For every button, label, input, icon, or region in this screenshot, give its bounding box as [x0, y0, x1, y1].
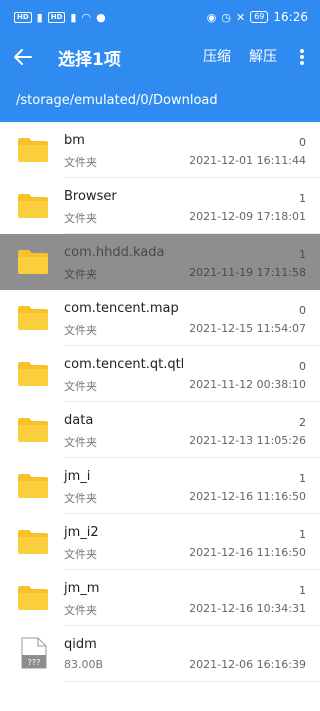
item-count: 1 [299, 472, 306, 485]
file-row[interactable]: com.hhdd.kada 文件夹 1 2021-11-19 17:11:58 [0, 234, 320, 290]
file-type: 文件夹 [64, 604, 97, 617]
file-row[interactable]: data 文件夹 2 2021-12-13 11:05:26 [0, 402, 320, 458]
eye-icon: ◉ [206, 10, 217, 24]
modified-date: 2021-12-16 11:16:50 [189, 490, 306, 503]
file-name: jm_i2 [64, 525, 99, 540]
file-type: 文件夹 [64, 492, 97, 505]
folder-icon [17, 135, 49, 163]
back-arrow-icon [14, 49, 32, 65]
item-count: 1 [299, 584, 306, 597]
folder-icon [17, 359, 49, 387]
app-bar: 选择1项 压缩 解压 [0, 34, 320, 80]
extract-button[interactable]: 解压 [249, 34, 277, 80]
file-name: com.tencent.qt.qtl [64, 357, 185, 372]
file-type: 文件夹 [64, 268, 97, 281]
item-count: 0 [299, 304, 306, 317]
wifi-icon: ◠ [81, 10, 92, 24]
item-count: 2 [299, 416, 306, 429]
file-type: 文件夹 [64, 436, 97, 449]
location-icon: ● [96, 10, 106, 24]
file-name: com.hhdd.kada [64, 245, 165, 260]
file-name: com.tencent.map [64, 301, 179, 316]
file-row[interactable]: com.tencent.qt.qtl 文件夹 0 2021-11-12 00:38:1… [0, 346, 320, 402]
modified-date: 2021-12-01 16:11:44 [189, 154, 306, 167]
more-options-button[interactable] [294, 46, 310, 68]
file-name: bm [64, 133, 85, 148]
file-type: 文件夹 [64, 156, 97, 169]
item-count: 1 [299, 248, 306, 261]
more-dots-icon [300, 49, 304, 53]
folder-icon [17, 247, 49, 275]
modified-date: 2021-12-16 10:34:31 [189, 602, 306, 615]
file-row[interactable]: bm 文件夹 0 2021-12-01 16:11:44 [0, 122, 320, 178]
file-row[interactable]: jm_m 文件夹 1 2021-12-16 10:34:31 [0, 570, 320, 626]
item-count: 1 [299, 528, 306, 541]
file-row[interactable]: Browser 文件夹 1 2021-12-09 17:18:01 [0, 178, 320, 234]
folder-icon [17, 303, 49, 331]
alarm-icon: ◷ [221, 10, 231, 24]
file-name: Browser [64, 189, 117, 204]
file-type: 文件夹 [64, 212, 97, 225]
item-count: 0 [299, 360, 306, 373]
file-row[interactable]: com.tencent.map 文件夹 0 2021-12-15 11:54:07 [0, 290, 320, 346]
unknown-file-icon: ??? [17, 637, 49, 669]
svg-text:???: ??? [28, 658, 41, 667]
file-type: 文件夹 [64, 324, 97, 337]
file-row[interactable]: ??? qidm 83.00B 2021-12-06 16:16:39 [0, 626, 320, 682]
back-button[interactable] [0, 34, 46, 80]
file-name: qidm [64, 637, 97, 652]
file-type: 文件夹 [64, 548, 97, 561]
folder-icon [17, 471, 49, 499]
clock: 16:26 [273, 10, 308, 24]
file-row[interactable]: jm_i 文件夹 1 2021-12-16 11:16:50 [0, 458, 320, 514]
signal-icon: ▮ [70, 10, 77, 24]
modified-date: 2021-12-16 11:16:50 [189, 546, 306, 559]
folder-icon [17, 415, 49, 443]
status-bar: HD ▮ HD ▮ ◠ ● ◉ ◷ ✕ 69 16:26 [0, 0, 320, 34]
modified-date: 2021-12-15 11:54:07 [189, 322, 306, 335]
hd-indicator: HD [14, 11, 32, 23]
file-type: 83.00B [64, 658, 104, 671]
top-app-bar: HD ▮ HD ▮ ◠ ● ◉ ◷ ✕ 69 16:26 选择1项 压缩 解压 [0, 0, 320, 122]
signal-icon: ▮ [36, 10, 43, 24]
modified-date: 2021-11-12 00:38:10 [189, 378, 306, 391]
folder-icon [17, 583, 49, 611]
modified-date: 2021-11-19 17:11:58 [189, 266, 306, 279]
battery-indicator: 69 [250, 11, 269, 23]
folder-icon [17, 527, 49, 555]
selection-title: 选择1项 [58, 49, 121, 70]
modified-date: 2021-12-09 17:18:01 [189, 210, 306, 223]
item-count: 1 [299, 192, 306, 205]
file-row[interactable]: jm_i2 文件夹 1 2021-12-16 11:16:50 [0, 514, 320, 570]
folder-icon [17, 191, 49, 219]
modified-date: 2021-12-13 11:05:26 [189, 434, 306, 447]
file-type: 文件夹 [64, 380, 97, 393]
file-name: jm_i [64, 469, 91, 484]
hd-indicator: HD [47, 11, 66, 23]
mute-icon: ✕ [236, 10, 246, 24]
compress-button[interactable]: 压缩 [203, 34, 231, 80]
modified-date: 2021-12-06 16:16:39 [189, 658, 306, 671]
item-count: 0 [299, 136, 306, 149]
file-name: data [64, 413, 94, 428]
current-path[interactable]: /storage/emulated/0/Download [16, 93, 218, 108]
file-name: jm_m [64, 581, 100, 596]
file-list: bm 文件夹 0 2021-12-01 16:11:44 Browser 文件夹 1 2021… [0, 122, 320, 682]
